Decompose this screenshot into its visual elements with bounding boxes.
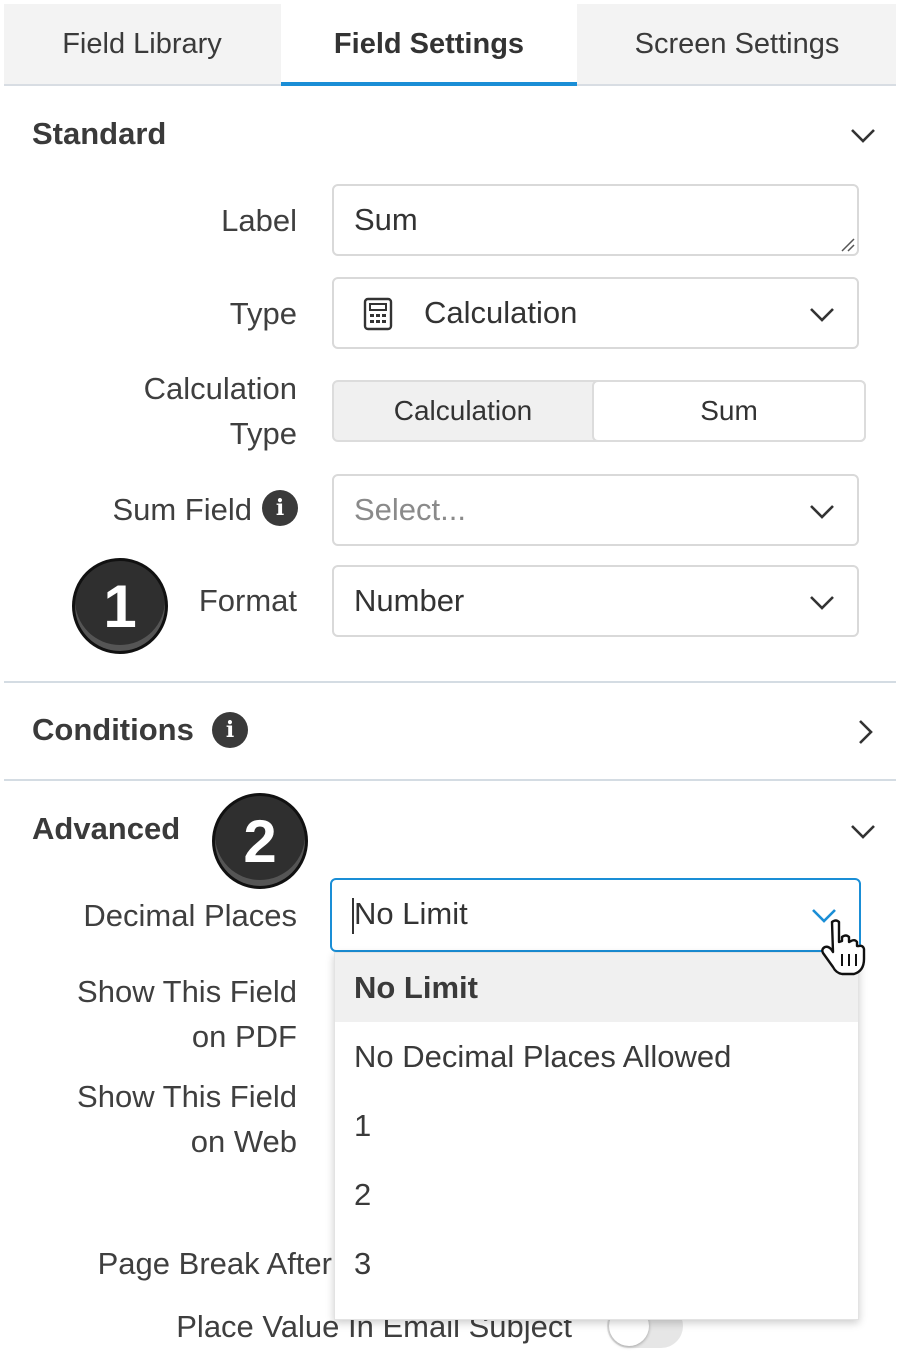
format-select-value: Number	[354, 583, 465, 618]
annotation-badge-2: 2	[212, 793, 308, 889]
calc-type-option-sum[interactable]: Sum	[592, 380, 866, 442]
calculator-icon	[363, 297, 393, 331]
calc-type-label-line1: Calculation	[143, 371, 297, 406]
decimal-places-label: Decimal Places	[83, 898, 297, 933]
format-field-label: Format	[198, 583, 297, 618]
page-break-label: Page Break After	[97, 1246, 332, 1281]
chevron-down-icon[interactable]	[809, 498, 835, 524]
show-pdf-label-line2: on PDF	[191, 1019, 297, 1054]
dropdown-option-3[interactable]: 3	[335, 1229, 858, 1298]
sum-field-placeholder: Select...	[354, 492, 466, 527]
resize-handle-icon[interactable]	[839, 236, 855, 252]
show-web-label-line2: on Web	[190, 1124, 297, 1159]
chevron-down-icon[interactable]	[809, 589, 835, 615]
format-select[interactable]: Number	[332, 565, 859, 637]
calc-type-label-line2: Type	[229, 416, 297, 451]
type-select[interactable]: Calculation	[332, 277, 859, 349]
calc-type-label: Calculation Type	[144, 366, 297, 456]
show-web-label-line1: Show This Field	[77, 1079, 297, 1114]
calc-type-option-calculation[interactable]: Calculation	[334, 382, 592, 440]
chevron-right-icon[interactable]	[852, 719, 878, 745]
type-select-value: Calculation	[424, 295, 578, 330]
hand-cursor-icon	[821, 919, 866, 976]
type-field-label: Type	[229, 296, 297, 331]
show-web-label: Show This Field on Web	[77, 1074, 297, 1164]
advanced-section-title[interactable]: Advanced	[32, 811, 180, 847]
standard-section-title[interactable]: Standard	[32, 116, 166, 152]
info-icon[interactable]: i	[262, 490, 298, 526]
annotation-badge-1: 1	[72, 558, 168, 654]
decimal-places-select[interactable]: No Limit	[330, 878, 861, 952]
label-field-label: Label	[221, 203, 297, 238]
conditions-section-title[interactable]: Conditions	[32, 712, 194, 748]
calc-type-segmented-control: Calculation Sum	[332, 380, 866, 442]
show-pdf-label: Show This Field on PDF	[77, 969, 297, 1059]
dropdown-option-no-limit[interactable]: No Limit	[335, 953, 858, 1022]
tab-field-settings[interactable]: Field Settings	[281, 4, 577, 86]
chevron-down-icon[interactable]	[850, 122, 876, 148]
sum-field-label: Sum Field	[112, 492, 252, 527]
chevron-down-icon[interactable]	[850, 818, 876, 844]
tab-screen-settings[interactable]: Screen Settings	[578, 4, 896, 84]
dropdown-option-1[interactable]: 1	[335, 1091, 858, 1160]
divider	[4, 779, 896, 781]
chevron-down-icon[interactable]	[809, 301, 835, 327]
sum-field-select[interactable]: Select...	[332, 474, 859, 546]
show-pdf-label-line1: Show This Field	[77, 974, 297, 1009]
dropdown-option-2[interactable]: 2	[335, 1160, 858, 1229]
label-input-value: Sum	[354, 202, 418, 237]
tab-bar: Field Library Field Settings Screen Sett…	[4, 4, 896, 86]
decimal-places-value: No Limit	[354, 896, 468, 931]
label-input[interactable]: Sum	[332, 184, 859, 256]
decimal-places-dropdown: No Limit No Decimal Places Allowed 1 2 3	[334, 952, 859, 1320]
info-icon[interactable]: i	[212, 712, 248, 748]
dropdown-option-no-decimal[interactable]: No Decimal Places Allowed	[335, 1022, 858, 1091]
tab-field-library[interactable]: Field Library	[4, 4, 280, 84]
divider	[4, 681, 896, 683]
